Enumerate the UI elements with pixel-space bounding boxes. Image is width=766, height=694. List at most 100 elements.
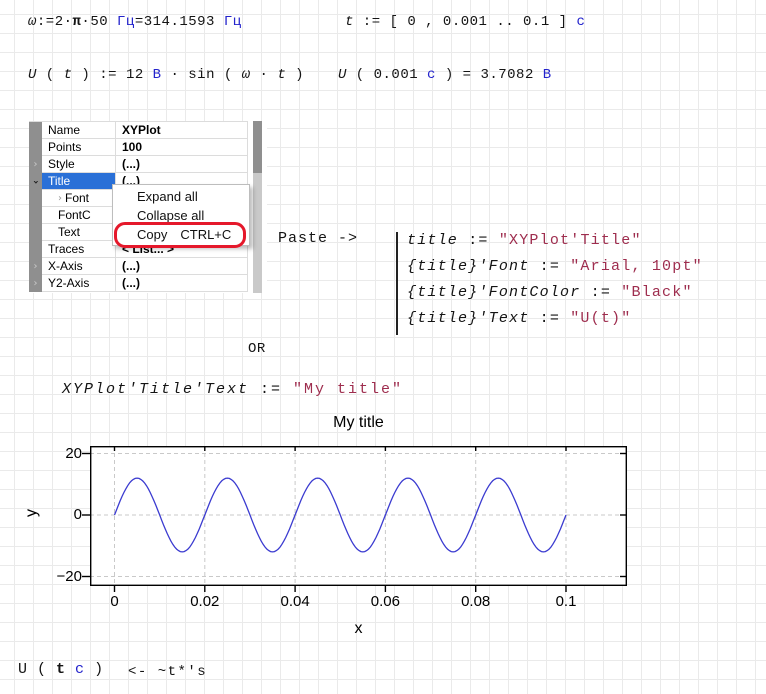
math-token: "U(t)" bbox=[570, 310, 631, 327]
row-strip bbox=[29, 224, 42, 241]
x-tick-label: 0.06 bbox=[355, 593, 415, 610]
context-menu: Expand all Collapse all Copy CTRL+C bbox=[112, 184, 250, 246]
math-token: {title}'Text bbox=[407, 310, 529, 327]
math-token: := bbox=[529, 310, 570, 327]
property-value[interactable]: XYPlot bbox=[115, 122, 247, 138]
row-strip bbox=[29, 190, 42, 207]
math-token: с bbox=[427, 67, 436, 83]
row-strip bbox=[29, 139, 42, 156]
math-region-t-range[interactable]: t := [ 0 , 0.001 .. 0.1 ] с bbox=[345, 14, 585, 30]
math-token: В bbox=[543, 67, 552, 83]
title-assignment-region[interactable]: XYPlot'Title'Text := "My title" bbox=[62, 381, 403, 398]
math-token: · sin ( bbox=[162, 67, 242, 83]
math-token: ·50 bbox=[81, 14, 117, 30]
panel-scrollbar-thumb[interactable] bbox=[253, 121, 262, 173]
code-line-fontcolor[interactable]: {title}'FontColor := "Black" bbox=[407, 284, 693, 301]
property-row-y2-axis[interactable]: › Y2-Axis (...) bbox=[29, 275, 248, 292]
x-axis-label: x bbox=[90, 620, 627, 638]
x-tick-label: 0.1 bbox=[536, 593, 596, 610]
math-token: {title}'Font bbox=[407, 258, 529, 275]
math-token: "Arial, 10pt" bbox=[570, 258, 703, 275]
property-name: X-Axis bbox=[48, 259, 83, 273]
expand-chevron-icon[interactable]: › bbox=[29, 156, 42, 173]
property-row-name[interactable]: Name XYPlot bbox=[29, 122, 248, 139]
collapse-chevron-icon[interactable]: › bbox=[29, 173, 42, 190]
chevron-right-icon: › bbox=[34, 279, 38, 289]
property-name: Font bbox=[65, 191, 89, 205]
property-name: Name bbox=[48, 123, 80, 137]
math-token: := [ 0 , 0.001 .. 0.1 ] bbox=[354, 14, 577, 30]
row-strip bbox=[29, 122, 42, 139]
math-token: ) bbox=[85, 661, 104, 678]
math-token: {title}'FontColor bbox=[407, 284, 580, 301]
property-name: Y2-Axis bbox=[48, 276, 89, 290]
code-line-title[interactable]: title := "XYPlot'Title" bbox=[407, 232, 642, 249]
panel-scrollbar[interactable] bbox=[253, 121, 262, 293]
chevron-right-icon[interactable]: › bbox=[58, 193, 62, 204]
y-tick-label: −20 bbox=[30, 568, 82, 585]
math-token: t bbox=[56, 661, 66, 678]
math-token: Гц bbox=[224, 14, 242, 30]
math-token: ) = 3.7082 bbox=[436, 67, 543, 83]
row-strip bbox=[29, 241, 42, 258]
code-line-text[interactable]: {title}'Text := "U(t)" bbox=[407, 310, 631, 327]
math-token: "XYPlot'Title" bbox=[499, 232, 642, 249]
math-token: XYPlot'Title'Text bbox=[62, 381, 249, 398]
math-region-u-eval[interactable]: U ( 0.001 с ) = 3.7082 В bbox=[338, 67, 552, 83]
math-token: Гц bbox=[117, 14, 135, 30]
math-token: ) := 12 bbox=[73, 67, 153, 83]
property-value[interactable]: (...) bbox=[115, 156, 247, 172]
property-row-x-axis[interactable]: › X-Axis (...) bbox=[29, 258, 248, 275]
chevron-right-icon: › bbox=[34, 262, 38, 272]
property-value[interactable]: (...) bbox=[115, 275, 247, 291]
bottom-note[interactable]: <- ~t*'s bbox=[128, 664, 207, 680]
math-token: U bbox=[28, 67, 37, 83]
math-token: с bbox=[75, 661, 85, 678]
y-tick-label: 20 bbox=[30, 445, 82, 462]
paste-label[interactable]: Paste -> bbox=[278, 230, 358, 247]
math-token: U ( bbox=[18, 661, 56, 678]
menu-item-shortcut: CTRL+C bbox=[180, 227, 231, 242]
expand-chevron-icon[interactable]: › bbox=[29, 258, 42, 275]
math-token: title bbox=[407, 232, 458, 249]
plot-title: My title bbox=[90, 414, 627, 432]
property-value[interactable]: (...) bbox=[115, 258, 247, 274]
plot-canvas[interactable] bbox=[90, 446, 627, 586]
x-tick-label: 0.04 bbox=[265, 593, 325, 610]
math-token: ω bbox=[242, 67, 251, 83]
math-token: :=2· bbox=[37, 14, 73, 30]
x-tick-label: 0.08 bbox=[446, 593, 506, 610]
menu-item-label: Expand all bbox=[137, 189, 198, 204]
property-row-style[interactable]: ›Style(...) bbox=[29, 156, 248, 173]
math-token: =314.1593 bbox=[135, 14, 224, 30]
menu-item-expand-all[interactable]: Expand all bbox=[113, 187, 249, 206]
chevron-down-icon: › bbox=[31, 179, 41, 183]
math-region-u-def[interactable]: U ( t ) := 12 В · sin ( ω · t ) bbox=[28, 67, 304, 83]
math-token: ( bbox=[37, 67, 64, 83]
row-strip bbox=[29, 207, 42, 224]
math-region-omega-def[interactable]: ω:=2·π·50 Гц=314.1593 Гц bbox=[28, 14, 242, 30]
math-token: := bbox=[458, 232, 499, 249]
plot-background bbox=[90, 446, 627, 586]
property-row-points[interactable]: Points100 bbox=[29, 139, 248, 156]
bottom-expression[interactable]: U ( t с ) bbox=[18, 661, 104, 678]
x-tick-label: 0.02 bbox=[175, 593, 235, 610]
expand-chevron-icon[interactable]: › bbox=[29, 275, 42, 292]
math-token: := bbox=[580, 284, 621, 301]
math-token: В bbox=[153, 67, 162, 83]
math-token: t bbox=[64, 67, 73, 83]
or-label: OR bbox=[248, 341, 266, 357]
menu-item-collapse-all[interactable]: Collapse all bbox=[113, 206, 249, 225]
math-token: · bbox=[251, 67, 278, 83]
math-token: t bbox=[277, 67, 286, 83]
code-line-font[interactable]: {title}'Font := "Arial, 10pt" bbox=[407, 258, 703, 275]
math-token: U bbox=[338, 67, 347, 83]
math-token: t bbox=[345, 14, 354, 30]
property-name: Text bbox=[58, 225, 80, 239]
code-block-bar bbox=[396, 232, 398, 335]
property-name: FontC bbox=[58, 208, 91, 222]
y-tick-label: 0 bbox=[30, 506, 82, 523]
menu-item-copy[interactable]: Copy CTRL+C bbox=[113, 225, 249, 244]
math-token: "My title" bbox=[293, 381, 403, 398]
property-value[interactable]: 100 bbox=[115, 139, 247, 155]
